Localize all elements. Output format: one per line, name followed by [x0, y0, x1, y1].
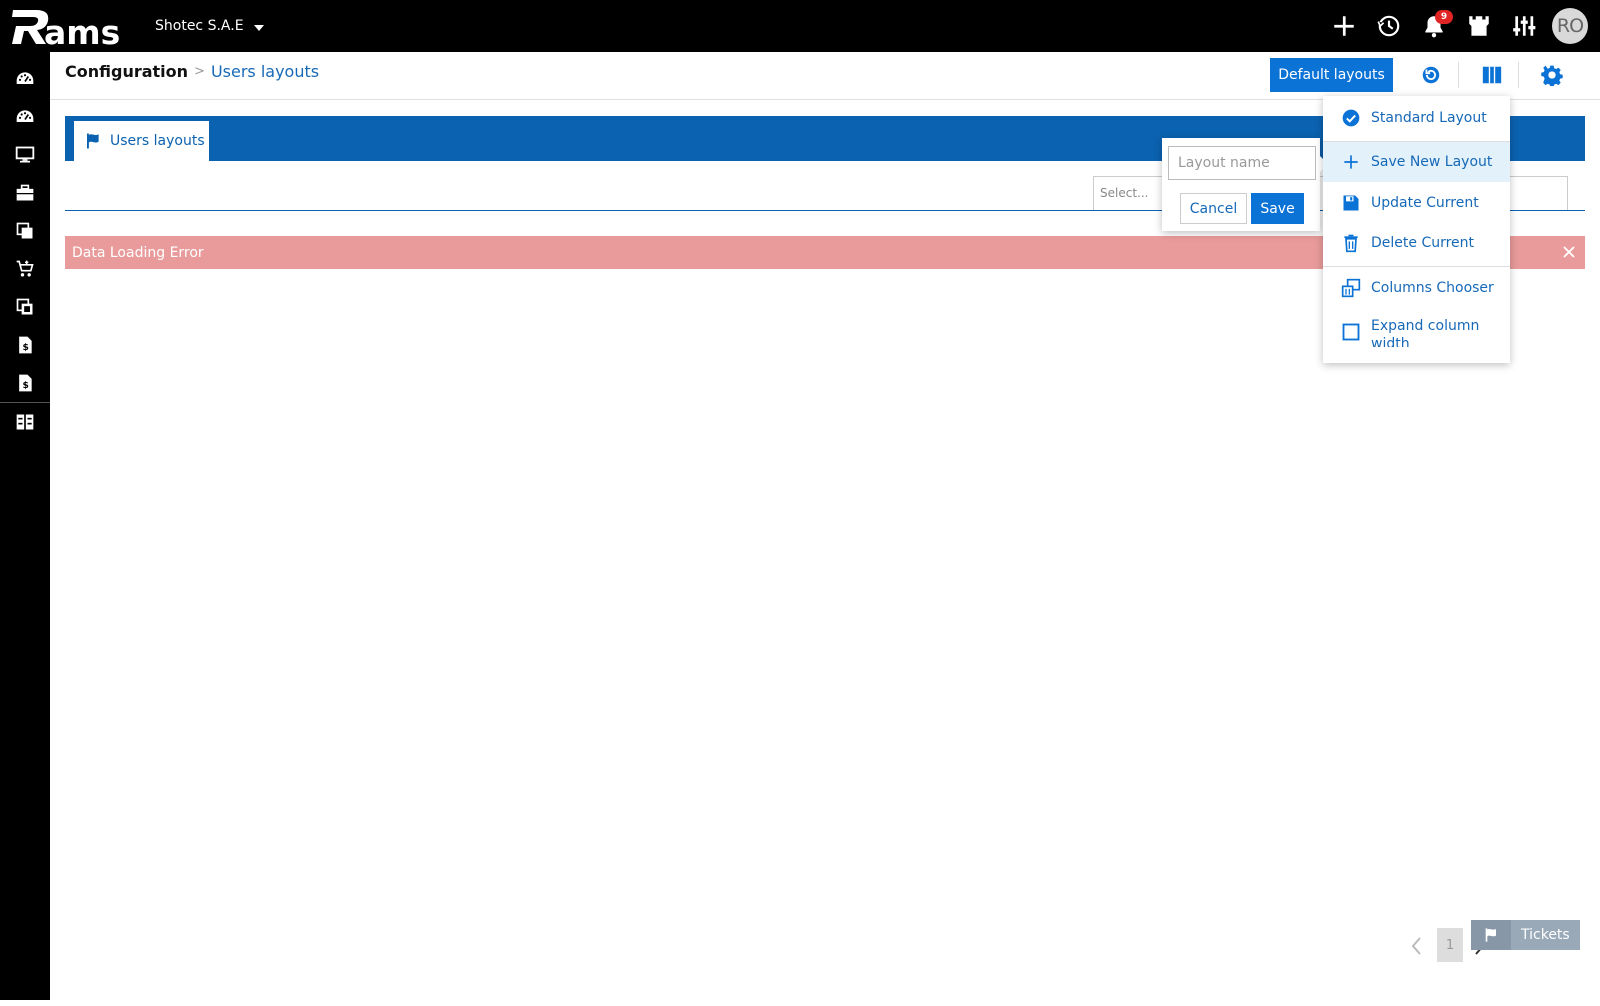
svg-text:ams: ams — [44, 13, 120, 48]
menu-item-standard-layout[interactable]: Standard Layout — [1323, 98, 1510, 138]
sidebar-item-dashboard[interactable] — [0, 60, 50, 98]
header-divider — [1458, 62, 1459, 88]
history-icon — [1376, 15, 1399, 37]
menu-item-label: Update Current — [1371, 195, 1479, 211]
checkbox-icon — [1342, 323, 1360, 341]
sidebar-item-invoice-2[interactable]: $ — [0, 364, 50, 402]
top-bar: ams Shotec S.A.E 9 RO — [0, 0, 1600, 52]
columns-chooser-icon — [1341, 278, 1361, 298]
tab-label: Users layouts — [110, 133, 205, 149]
plus-icon — [1344, 155, 1358, 169]
history-button[interactable] — [1366, 0, 1411, 52]
pages-icon — [16, 222, 33, 239]
notification-badge: 9 — [1435, 10, 1453, 24]
breadcrumb-users-layouts: Users layouts — [210, 62, 320, 81]
breadcrumb-configuration[interactable]: Configuration — [65, 62, 188, 81]
modules-icon — [16, 298, 33, 315]
breadcrumb: Configuration > Users layouts — [65, 62, 319, 81]
castle-button[interactable] — [1456, 0, 1501, 52]
plus-icon — [1333, 16, 1354, 36]
gauge-icon — [16, 110, 34, 122]
cancel-button[interactable]: Cancel — [1180, 193, 1247, 224]
notifications-button[interactable]: 9 — [1411, 0, 1456, 52]
default-layouts-button[interactable]: Default layouts — [1270, 58, 1393, 92]
refresh-icon — [1422, 66, 1440, 84]
menu-item-label: Columns Chooser — [1371, 280, 1494, 296]
sidebar-item-invoice[interactable]: $ — [0, 326, 50, 364]
flag-icon — [1485, 928, 1496, 942]
flag-icon — [87, 133, 99, 149]
invoice-icon: $ — [19, 336, 32, 354]
add-button[interactable] — [1321, 0, 1366, 52]
sidebar-item-dashboard-2[interactable] — [0, 98, 50, 136]
sliders-icon — [1512, 16, 1535, 36]
menu-item-save-new-layout[interactable]: Save New Layout — [1323, 142, 1510, 182]
company-name: Shotec S.A.E — [155, 18, 244, 34]
sidebar: $ $ — [0, 52, 50, 1000]
sidebar-item-cart[interactable] — [0, 250, 50, 288]
chevron-down-icon — [253, 25, 264, 31]
menu-divider — [1323, 266, 1510, 267]
gear-icon — [1541, 65, 1563, 86]
cart-icon — [16, 260, 34, 277]
sidebar-item-modules[interactable] — [0, 288, 50, 326]
layout-menu: Standard Layout Save New Layout Update C… — [1323, 96, 1510, 363]
settings-sliders-button[interactable] — [1501, 0, 1546, 52]
tickets-label: Tickets — [1521, 927, 1570, 943]
refresh-button[interactable] — [1417, 61, 1445, 89]
sidebar-item-briefcase[interactable] — [0, 174, 50, 212]
tab-users-layouts[interactable]: Users layouts — [74, 121, 209, 161]
menu-item-label: Save New Layout — [1371, 154, 1493, 170]
sidebar-item-pages[interactable] — [0, 212, 50, 250]
main-content: Configuration > Users layouts Default la… — [50, 52, 1600, 1000]
menu-item-label: Delete Current — [1371, 235, 1475, 251]
company-selector[interactable]: Shotec S.A.E — [155, 18, 264, 34]
rams-logo[interactable]: ams — [10, 4, 132, 48]
monitor-icon — [15, 146, 35, 163]
sidebar-item-configuration[interactable] — [0, 403, 50, 441]
sidebar-item-monitor[interactable] — [0, 136, 50, 174]
close-icon[interactable] — [1561, 244, 1577, 260]
menu-item-columns-chooser[interactable]: Columns Chooser — [1323, 268, 1510, 308]
briefcase-icon — [16, 184, 34, 201]
config-grid-icon — [16, 414, 34, 430]
tickets-icon-box — [1471, 920, 1511, 950]
columns-icon — [1482, 66, 1502, 84]
tickets-button[interactable]: Tickets — [1471, 920, 1580, 950]
top-actions: 9 RO — [1321, 0, 1600, 52]
invoice-icon: $ — [19, 374, 32, 392]
layouts-button[interactable] — [1478, 61, 1506, 89]
trash-icon — [1344, 234, 1358, 253]
user-avatar[interactable]: RO — [1552, 8, 1588, 44]
save-button[interactable]: Save — [1251, 193, 1304, 224]
pager-page-current[interactable]: 1 — [1437, 928, 1463, 962]
floppy-disk-icon — [1343, 195, 1359, 211]
chevron-left-icon[interactable] — [1407, 934, 1427, 958]
menu-item-expand-column-width[interactable]: Expand column width — [1323, 308, 1510, 356]
settings-button[interactable] — [1538, 61, 1566, 89]
menu-item-delete-current[interactable]: Delete Current — [1323, 223, 1510, 263]
error-message: Data Loading Error — [72, 244, 204, 261]
check-circle-icon — [1342, 109, 1360, 127]
svg-text:$: $ — [23, 380, 29, 391]
svg-text:$: $ — [23, 342, 29, 353]
save-layout-popover: Cancel Save — [1162, 138, 1328, 231]
menu-item-update-current[interactable]: Update Current — [1323, 183, 1510, 223]
castle-icon — [1468, 16, 1489, 36]
menu-item-label: Standard Layout — [1371, 110, 1487, 126]
gauge-icon — [16, 72, 34, 84]
layout-name-input[interactable] — [1168, 146, 1316, 180]
header-divider — [1518, 62, 1519, 88]
page-header: Configuration > Users layouts Default la… — [50, 52, 1600, 100]
menu-item-label: Expand column width — [1371, 318, 1480, 347]
breadcrumb-separator: > — [194, 64, 205, 79]
